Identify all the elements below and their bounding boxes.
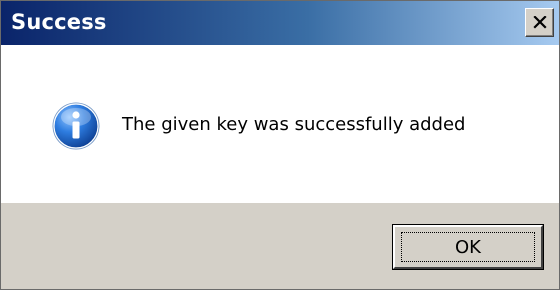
close-icon	[532, 16, 547, 29]
ok-button[interactable]: OK	[392, 224, 544, 270]
message-area: The given key was successfully added	[1, 45, 559, 203]
ok-button-label: OK	[401, 232, 535, 262]
success-dialog: Success The given key was successfully a…	[0, 0, 560, 290]
dialog-title: Success	[11, 10, 107, 34]
close-button[interactable]	[525, 8, 554, 37]
dialog-message: The given key was successfully added	[122, 114, 466, 135]
title-bar[interactable]: Success	[1, 1, 559, 45]
button-area: OK	[1, 203, 559, 289]
info-icon	[51, 101, 101, 151]
